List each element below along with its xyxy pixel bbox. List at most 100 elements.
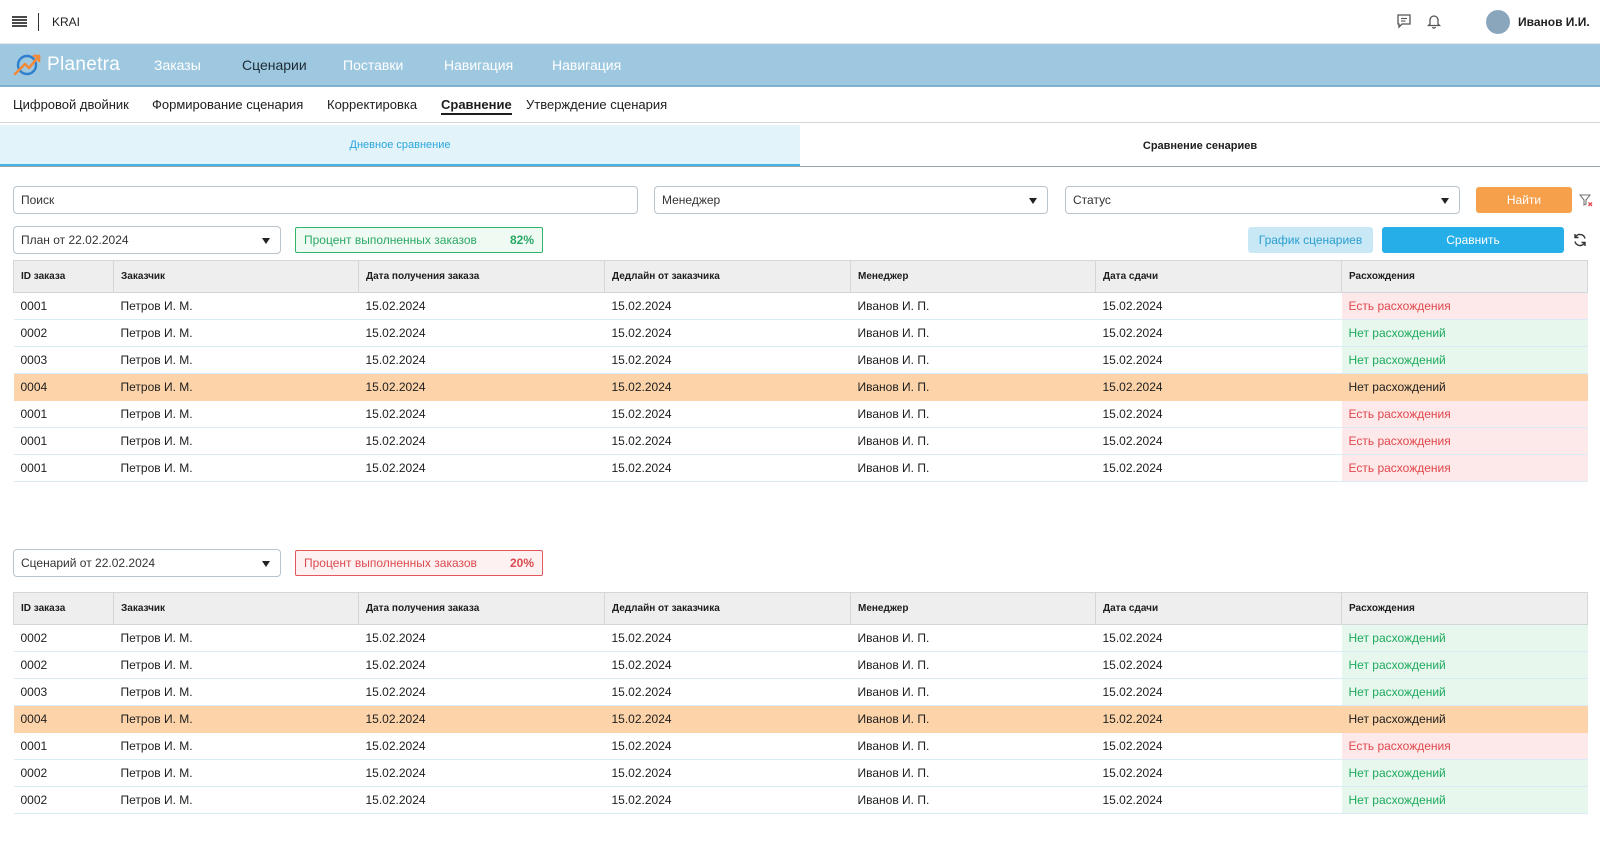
scenario-date-select[interactable]: Сценарий от 22.02.2024	[13, 549, 281, 577]
manager-cell: Иванов И. П.	[850, 400, 1096, 428]
tab-daily-comparison[interactable]: Дневное сравнение	[0, 125, 800, 166]
table-row[interactable]: 0002 Петров И. М. 15.02.2024 15.02.2024 Иван…	[13, 759, 1588, 787]
nav-item-navigation-1[interactable]: Навигация	[444, 57, 513, 73]
table-row[interactable]: 0002 Петров И. М. 15.02.2024 15.02.2024 Иван…	[13, 319, 1588, 347]
plan-date-select[interactable]: План от 22.02.2024	[13, 226, 281, 254]
deadline-cell: 15.02.2024	[604, 373, 851, 401]
column-header[interactable]: Дата получения заказа	[358, 592, 605, 625]
delivery-date-cell: 15.02.2024	[1095, 624, 1342, 652]
deadline-cell: 15.02.2024	[604, 759, 851, 787]
order-id-cell: 0003	[13, 346, 114, 374]
delivery-date-cell: 15.02.2024	[1095, 678, 1342, 706]
table-row[interactable]: 0003 Петров И. М. 15.02.2024 15.02.2024 Иван…	[13, 678, 1588, 706]
column-header[interactable]: Дедлайн от заказчика	[604, 260, 851, 293]
discrepancy-cell: Есть расхождения	[1341, 427, 1588, 455]
subnav-scenario-forming[interactable]: Формирование сценария	[152, 97, 303, 112]
table-row[interactable]: 0002 Петров И. М. 15.02.2024 15.02.2024 Иван…	[13, 651, 1588, 679]
customer-cell: Петров И. М.	[113, 678, 359, 706]
deadline-cell: 15.02.2024	[604, 454, 851, 482]
table-row[interactable]: 0001 Петров И. М. 15.02.2024 15.02.2024 Иван…	[13, 427, 1588, 455]
manager-select[interactable]: Менеджер	[654, 186, 1048, 214]
delivery-date-cell: 15.02.2024	[1095, 346, 1342, 374]
discrepancy-cell: Нет расхождений	[1341, 373, 1588, 401]
bell-icon[interactable]	[1426, 13, 1444, 31]
plan-kpi-label: Процент выполненных заказов	[304, 233, 477, 247]
manager-cell: Иванов И. П.	[850, 651, 1096, 679]
column-header[interactable]: Менеджер	[850, 260, 1096, 293]
delivery-date-cell: 15.02.2024	[1095, 427, 1342, 455]
table-row[interactable]: 0002 Петров И. М. 15.02.2024 15.02.2024 Иван…	[13, 786, 1588, 814]
column-header[interactable]: Расхождения	[1341, 260, 1588, 293]
customer-cell: Петров И. М.	[113, 624, 359, 652]
order-id-cell: 0001	[13, 454, 114, 482]
scenario-kpi-badge: Процент выполненных заказов 20%	[295, 550, 543, 576]
received-date-cell: 15.02.2024	[358, 400, 605, 428]
table-row[interactable]: 0004 Петров И. М. 15.02.2024 15.02.2024 Иван…	[13, 373, 1588, 401]
column-header[interactable]: Дата сдачи	[1095, 260, 1342, 293]
table-row[interactable]: 0001 Петров И. М. 15.02.2024 15.02.2024 Иван…	[13, 292, 1588, 320]
order-id-cell: 0004	[13, 705, 114, 733]
refresh-icon[interactable]	[1572, 232, 1588, 248]
discrepancy-cell: Есть расхождения	[1341, 400, 1588, 428]
manager-cell: Иванов И. П.	[850, 292, 1096, 320]
table-row[interactable]: 0004 Петров И. М. 15.02.2024 15.02.2024 Иван…	[13, 705, 1588, 733]
manager-cell: Иванов И. П.	[850, 319, 1096, 347]
column-header[interactable]: Заказчик	[113, 592, 359, 625]
column-header[interactable]: Дедлайн от заказчика	[604, 592, 851, 625]
top-bar: KRAI Иванов И.И.	[0, 0, 1600, 44]
chat-icon[interactable]	[1396, 13, 1414, 31]
table-row[interactable]: 0001 Петров И. М. 15.02.2024 15.02.2024 Иван…	[13, 400, 1588, 428]
column-header[interactable]: ID заказа	[13, 260, 114, 293]
subnav-correction[interactable]: Корректировка	[327, 97, 417, 112]
column-header[interactable]: ID заказа	[13, 592, 114, 625]
received-date-cell: 15.02.2024	[358, 319, 605, 347]
table-row[interactable]: 0001 Петров И. М. 15.02.2024 15.02.2024 Иван…	[13, 454, 1588, 482]
subnav-approval[interactable]: Утверждение сценария	[526, 97, 667, 112]
table-row[interactable]: 0003 Петров И. М. 15.02.2024 15.02.2024 Иван…	[13, 346, 1588, 374]
column-header[interactable]: Расхождения	[1341, 592, 1588, 625]
nav-item-navigation-2[interactable]: Навигация	[552, 57, 621, 73]
status-select[interactable]: Статус	[1065, 186, 1460, 214]
customer-cell: Петров И. М.	[113, 427, 359, 455]
scenario-chart-button[interactable]: График сценариев	[1248, 227, 1373, 253]
received-date-cell: 15.02.2024	[358, 373, 605, 401]
deadline-cell: 15.02.2024	[604, 624, 851, 652]
manager-cell: Иванов И. П.	[850, 786, 1096, 814]
tab-scenario-comparison[interactable]: Сравнение сенариев	[800, 125, 1600, 166]
delivery-date-cell: 15.02.2024	[1095, 319, 1342, 347]
delivery-date-cell: 15.02.2024	[1095, 705, 1342, 733]
table-row[interactable]: 0001 Петров И. М. 15.02.2024 15.02.2024 Иван…	[13, 732, 1588, 760]
delivery-date-cell: 15.02.2024	[1095, 292, 1342, 320]
compare-button[interactable]: Сравнить	[1382, 227, 1564, 253]
user-name[interactable]: Иванов И.И.	[1518, 15, 1590, 29]
deadline-cell: 15.02.2024	[604, 427, 851, 455]
search-input[interactable]: Поиск	[13, 186, 638, 214]
delivery-date-cell: 15.02.2024	[1095, 651, 1342, 679]
manager-cell: Иванов И. П.	[850, 427, 1096, 455]
column-header[interactable]: Заказчик	[113, 260, 359, 293]
nav-item-supplies[interactable]: Поставки	[343, 57, 403, 73]
clear-filter-icon[interactable]	[1578, 193, 1593, 207]
logo[interactable]: Planetra	[13, 52, 120, 78]
manager-cell: Иванов И. П.	[850, 624, 1096, 652]
nav-item-orders[interactable]: Заказы	[154, 57, 201, 73]
logo-text: Planetra	[47, 54, 121, 75]
column-header[interactable]: Менеджер	[850, 592, 1096, 625]
discrepancy-cell: Нет расхождений	[1341, 651, 1588, 679]
manager-cell: Иванов И. П.	[850, 454, 1096, 482]
table-row[interactable]: 0002 Петров И. М. 15.02.2024 15.02.2024 Иван…	[13, 624, 1588, 652]
nav-item-scenarios[interactable]: Сценарии	[242, 57, 307, 73]
manager-cell: Иванов И. П.	[850, 678, 1096, 706]
order-id-cell: 0001	[13, 292, 114, 320]
comparison-tabs: Дневное сравнение Сравнение сенариев	[0, 125, 1600, 167]
subnav-digital-twin[interactable]: Цифровой двойник	[13, 97, 129, 112]
received-date-cell: 15.02.2024	[358, 651, 605, 679]
customer-cell: Петров И. М.	[113, 454, 359, 482]
menu-icon[interactable]	[12, 16, 27, 27]
column-header[interactable]: Дата сдачи	[1095, 592, 1342, 625]
avatar[interactable]	[1486, 10, 1510, 34]
subnav-comparison[interactable]: Сравнение	[441, 97, 512, 115]
find-button[interactable]: Найти	[1476, 187, 1572, 213]
column-header[interactable]: Дата получения заказа	[358, 260, 605, 293]
discrepancy-cell: Нет расхождений	[1341, 678, 1588, 706]
